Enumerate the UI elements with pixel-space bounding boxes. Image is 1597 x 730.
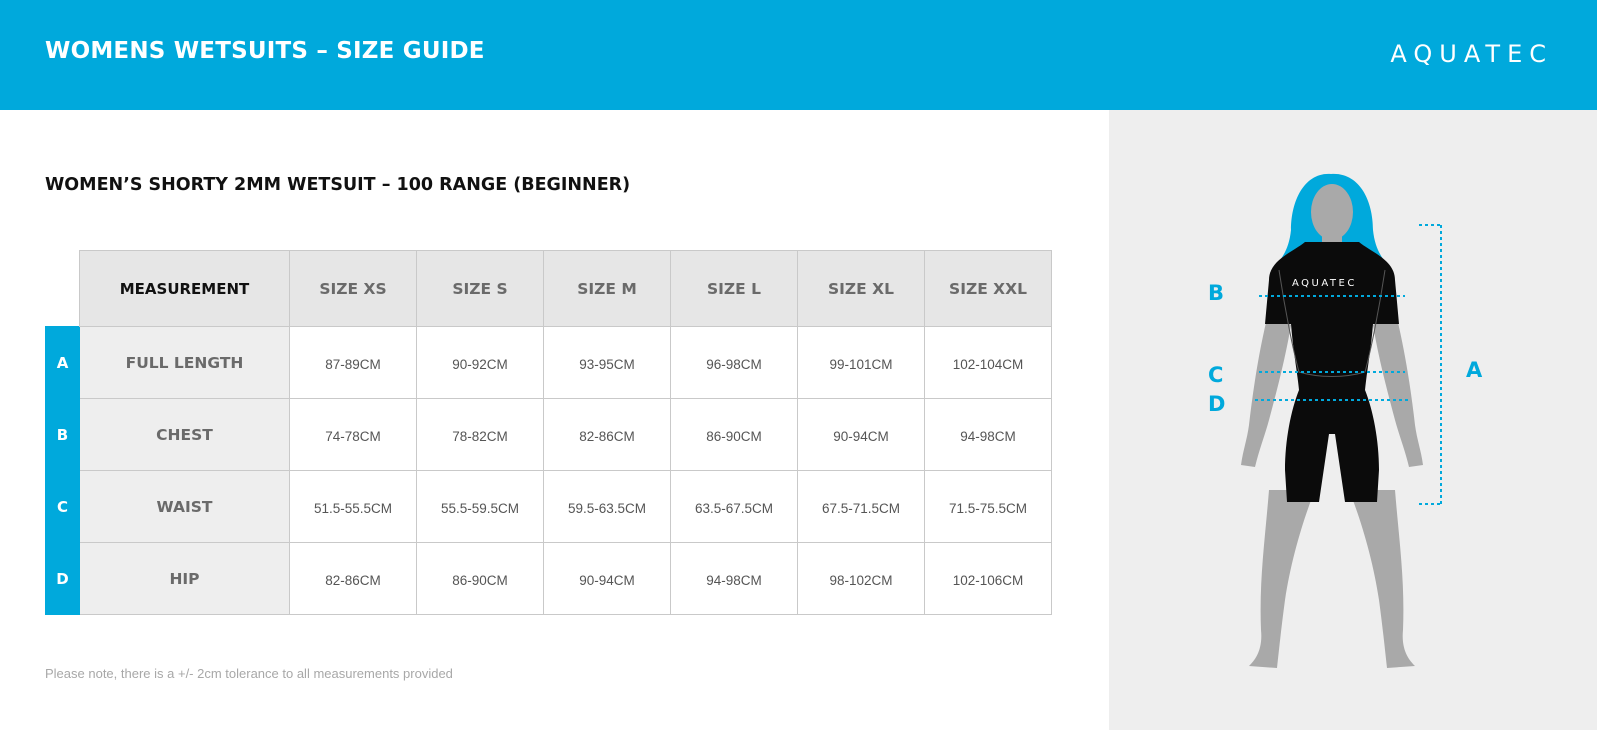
table-row: B CHEST 74-78CM 78-82CM 82-86CM 86-90CM … <box>45 398 1052 471</box>
right-leg <box>1349 490 1415 668</box>
tolerance-note: Please note, there is a +/- 2cm toleranc… <box>45 666 453 681</box>
suit-brand-logo: AQUATEC <box>1292 278 1357 289</box>
table-cell: 102-106CM <box>924 542 1052 615</box>
left-arm <box>1241 310 1291 467</box>
table-cell: 51.5-55.5CM <box>289 470 417 543</box>
left-leg <box>1249 490 1315 668</box>
table-cell: 96-98CM <box>670 326 798 399</box>
label-c: C <box>1208 363 1224 387</box>
table-cell: 59.5-63.5CM <box>543 470 671 543</box>
size-header-m: SIZE M <box>543 250 671 327</box>
table-cell: 93-95CM <box>543 326 671 399</box>
brand-logo: AQUATEC <box>1390 40 1553 68</box>
table-cell: 82-86CM <box>543 398 671 471</box>
body-figure: AQUATEC B C D A <box>1109 110 1597 730</box>
table-header-row: MEASUREMENT SIZE XS SIZE S SIZE M SIZE L… <box>46 250 1052 327</box>
page-header: WOMENS WETSUITS – SIZE GUIDE AQUATEC <box>0 0 1597 110</box>
wetsuit-figure-illustration <box>1241 173 1442 668</box>
size-table: MEASUREMENT SIZE XS SIZE S SIZE M SIZE L… <box>45 250 1052 615</box>
head-shape <box>1311 184 1353 240</box>
row-measurement: CHEST <box>79 398 290 471</box>
table-cell: 63.5-67.5CM <box>670 470 798 543</box>
label-d: D <box>1208 392 1226 416</box>
table-cell: 55.5-59.5CM <box>416 470 544 543</box>
table-row: D HIP 82-86CM 86-90CM 90-94CM 94-98CM 98… <box>45 542 1052 615</box>
table-row: A FULL LENGTH 87-89CM 90-92CM 93-95CM 96… <box>45 326 1052 399</box>
row-letter: C <box>45 470 80 543</box>
row-measurement: HIP <box>79 542 290 615</box>
row-letter: A <box>45 326 80 399</box>
size-header-xxl: SIZE XXL <box>924 250 1052 327</box>
table-cell: 98-102CM <box>797 542 925 615</box>
table-cell: 74-78CM <box>289 398 417 471</box>
table-cell: 94-98CM <box>670 542 798 615</box>
table-corner <box>46 251 80 327</box>
row-letter: D <box>45 542 80 615</box>
size-header-xl: SIZE XL <box>797 250 925 327</box>
label-b: B <box>1208 281 1225 305</box>
label-a: A <box>1466 358 1483 382</box>
table-cell: 99-101CM <box>797 326 925 399</box>
table-cell: 102-104CM <box>924 326 1052 399</box>
size-header-s: SIZE S <box>416 250 544 327</box>
table-cell: 90-94CM <box>543 542 671 615</box>
table-row: C WAIST 51.5-55.5CM 55.5-59.5CM 59.5-63.… <box>45 470 1052 543</box>
table-cell: 90-94CM <box>797 398 925 471</box>
table-cell: 87-89CM <box>289 326 417 399</box>
section-title: WOMEN’S SHORTY 2MM WETSUIT – 100 RANGE (… <box>45 175 631 195</box>
table-cell: 71.5-75.5CM <box>924 470 1052 543</box>
table-cell: 94-98CM <box>924 398 1052 471</box>
table-cell: 67.5-71.5CM <box>797 470 925 543</box>
measurement-header: MEASUREMENT <box>79 250 290 327</box>
size-header-xs: SIZE XS <box>289 250 417 327</box>
table-cell: 86-90CM <box>670 398 798 471</box>
page-title: WOMENS WETSUITS – SIZE GUIDE <box>45 38 485 64</box>
size-header-l: SIZE L <box>670 250 798 327</box>
table-cell: 86-90CM <box>416 542 544 615</box>
table-cell: 82-86CM <box>289 542 417 615</box>
table-cell: 78-82CM <box>416 398 544 471</box>
row-measurement: FULL LENGTH <box>79 326 290 399</box>
right-arm <box>1373 310 1423 467</box>
row-letter: B <box>45 398 80 471</box>
row-measurement: WAIST <box>79 470 290 543</box>
table-cell: 90-92CM <box>416 326 544 399</box>
